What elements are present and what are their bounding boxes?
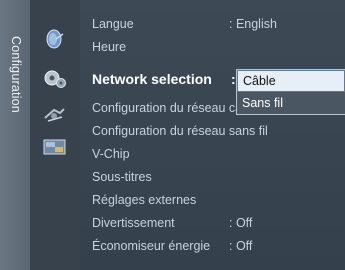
category-title: Configuration [9, 36, 23, 113]
menu-item-label: Heure [92, 40, 127, 54]
category-tab[interactable]: Configuration [0, 0, 30, 270]
menu-item-value: : Off [229, 239, 253, 253]
menu-item-label: Réglages externes [92, 193, 197, 207]
dropdown-option-sans-fil[interactable]: Sans fil [237, 92, 345, 114]
menu-item-label: Divertissement [92, 216, 175, 230]
menu-item-config-reseau-cable[interactable]: Configuration du réseau câble [92, 98, 259, 118]
network-icon[interactable] [42, 104, 68, 126]
dropdown-option-cable[interactable]: Câble [237, 70, 345, 92]
menu-item-label: Langue [92, 17, 134, 31]
menu-item-v-chip[interactable]: V-Chip [92, 144, 130, 164]
menu-item-value: : [231, 71, 236, 87]
menu-item-label: Network selection [92, 71, 212, 87]
menu-item-heure[interactable]: Heure [92, 37, 126, 57]
gear-icon[interactable] [42, 67, 68, 89]
menu-item-value: : English [229, 17, 277, 31]
menu-item-label: Configuration du réseau câble [92, 101, 259, 115]
network-selection-dropdown[interactable]: Câble Sans fil [236, 69, 345, 115]
screen-icon[interactable] [42, 136, 68, 158]
menu-item-label: V-Chip [92, 147, 130, 161]
menu-item-label: Configuration du réseau sans fil [92, 124, 268, 138]
menu-item-label: Sous-titres [92, 170, 152, 184]
category-icons [30, 0, 80, 270]
settings-screen: Configuration Langue: English Heure Net… [0, 0, 345, 270]
menu-item-economiseur-energie[interactable]: Économiseur énergie : Off [92, 236, 252, 256]
menu-item-network-selection[interactable]: Network selection : [92, 66, 236, 92]
menu-item-config-reseau-sans-fil[interactable]: Configuration du réseau sans fil [92, 121, 268, 141]
menu-panel: Langue : English Heure Network selection… [80, 0, 345, 270]
menu-item-sous-titres[interactable]: Sous-titres [92, 167, 152, 187]
menu-item-value: : Off [229, 216, 253, 230]
menu-item-label: Économiseur énergie [92, 239, 211, 253]
menu-item-langue[interactable]: Langue : English [92, 14, 277, 34]
satellite-dish-icon[interactable] [42, 28, 68, 50]
menu-item-reglages-externes[interactable]: Réglages externes [92, 190, 196, 210]
menu-item-divertissement[interactable]: Divertissement : Off [92, 213, 252, 233]
